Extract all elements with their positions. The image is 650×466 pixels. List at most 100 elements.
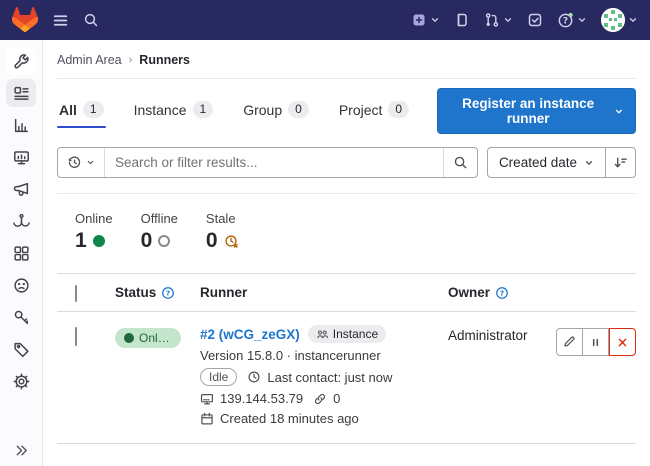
row-checkbox[interactable]: [75, 327, 77, 346]
search-input[interactable]: [105, 148, 443, 177]
tab-project[interactable]: Project 0: [337, 94, 411, 128]
issues-icon[interactable]: [454, 12, 470, 28]
new-menu-icon[interactable]: [411, 12, 440, 28]
last-contact-text: Last contact: just now: [267, 370, 392, 385]
tab-project-count: 0: [388, 101, 409, 118]
version-line: Version 15.8.0 · instancerunner: [200, 348, 448, 363]
runner-link[interactable]: #2 (wCG_zeGX): [200, 327, 300, 342]
tab-group[interactable]: Group 0: [241, 94, 311, 128]
select-all-checkbox[interactable]: [75, 285, 77, 302]
stale-clock-icon: [224, 234, 239, 249]
gitlab-logo[interactable]: [12, 7, 38, 33]
idle-badge: Idle: [200, 368, 237, 386]
stat-stale-label: Stale: [206, 211, 239, 226]
runners-table: Status ? Runner Owner ? Online #2 (wCG_z…: [57, 273, 636, 444]
runner-row: Online #2 (wCG_zeGX) Instance Version 15…: [57, 312, 636, 444]
online-status-icon: [93, 235, 105, 247]
runner-actions: [556, 328, 636, 356]
abuse-reports-icon[interactable]: [6, 271, 36, 299]
owner-cell[interactable]: Administrator: [448, 325, 556, 343]
delete-runner-button[interactable]: [609, 328, 636, 356]
sort-by-dropdown[interactable]: Created date: [488, 148, 605, 177]
search-history-dropdown[interactable]: [58, 148, 105, 177]
tab-all-count: 1: [83, 101, 104, 118]
filtered-search: [57, 147, 478, 178]
credentials-icon[interactable]: [6, 303, 36, 331]
settings-icon[interactable]: [6, 367, 36, 395]
breadcrumb-admin-area[interactable]: Admin Area: [57, 53, 122, 67]
status-help-icon[interactable]: ?: [161, 286, 175, 300]
version-text: Version 15.8.0 · instancerunner: [200, 348, 381, 363]
user-avatar[interactable]: [601, 8, 638, 32]
online-dot-icon: [124, 333, 134, 343]
admin-sidebar: [0, 40, 43, 466]
status-badge: Online: [115, 328, 181, 348]
labels-icon[interactable]: [6, 335, 36, 363]
overview-icon[interactable]: [6, 79, 36, 107]
merge-requests-icon[interactable]: [484, 12, 513, 28]
applications-icon[interactable]: [6, 239, 36, 267]
offline-status-icon: [158, 235, 170, 247]
register-button-label: Register an instance runner: [449, 96, 607, 126]
stat-online: Online 1: [75, 211, 113, 253]
ip-address-text: 139.144.53.79: [220, 391, 303, 406]
owner-help-icon[interactable]: ?: [495, 286, 509, 300]
stat-stale: Stale 0: [206, 211, 239, 253]
messages-icon[interactable]: [6, 175, 36, 203]
stat-online-value: 1: [75, 229, 87, 253]
todos-icon[interactable]: [527, 12, 543, 28]
filter-bar: Created date: [57, 147, 636, 194]
monitor-icon: [200, 392, 214, 406]
instance-type-badge: Instance: [308, 325, 386, 343]
svg-text:?: ?: [500, 288, 504, 297]
pause-icon: [589, 336, 602, 349]
edit-runner-button[interactable]: [556, 328, 583, 356]
sort-by-label: Created date: [499, 155, 577, 170]
pause-runner-button[interactable]: [583, 328, 610, 356]
tab-all-label: All: [59, 102, 77, 118]
monitoring-icon[interactable]: [6, 143, 36, 171]
sort-descending-icon: [613, 155, 628, 170]
sort-direction-button[interactable]: [605, 148, 635, 177]
analytics-icon[interactable]: [6, 111, 36, 139]
tab-instance[interactable]: Instance 1: [132, 94, 216, 128]
collapse-sidebar-icon[interactable]: [0, 443, 43, 458]
tab-instance-label: Instance: [134, 102, 187, 118]
runner-column-header: Runner: [200, 285, 448, 300]
instance-type-label: Instance: [333, 327, 378, 341]
created-text: Created 18 minutes ago: [220, 411, 359, 426]
stat-stale-value: 0: [206, 229, 218, 253]
menu-icon[interactable]: [52, 12, 69, 29]
users-icon: [316, 328, 329, 341]
link-count-text: 0: [333, 391, 340, 406]
help-icon[interactable]: ?: [557, 12, 587, 29]
calendar-icon: [200, 412, 214, 426]
stat-offline: Offline 0: [141, 211, 178, 253]
register-instance-runner-button[interactable]: Register an instance runner: [437, 88, 636, 134]
tab-all[interactable]: All 1: [57, 94, 106, 128]
status-column-header: Status: [115, 285, 156, 300]
tab-instance-count: 1: [193, 101, 214, 118]
stat-offline-label: Offline: [141, 211, 178, 226]
tab-group-count: 0: [288, 101, 309, 118]
close-icon: [616, 336, 629, 349]
tab-group-label: Group: [243, 102, 282, 118]
stat-online-label: Online: [75, 211, 113, 226]
table-header-row: Status ? Runner Owner ?: [57, 274, 636, 312]
breadcrumb: Admin Area › Runners: [57, 40, 636, 79]
link-icon: [313, 392, 327, 406]
wrench-icon[interactable]: [6, 47, 36, 75]
clock-icon: [247, 370, 261, 384]
sort-control: Created date: [487, 147, 636, 178]
search-submit-icon[interactable]: [443, 148, 477, 177]
main-content: Admin Area › Runners All 1 Instance 1 Gr…: [43, 40, 650, 466]
runner-type-tabs: All 1 Instance 1 Group 0 Project 0 Regis…: [57, 79, 636, 134]
svg-text:?: ?: [166, 288, 170, 297]
chevron-down-icon: [584, 158, 594, 168]
hooks-icon[interactable]: [6, 207, 36, 235]
tab-project-label: Project: [339, 102, 383, 118]
stat-offline-value: 0: [141, 229, 153, 253]
runner-stats: Online 1 Offline 0 Stale 0: [57, 194, 636, 273]
pencil-icon: [562, 335, 576, 349]
search-icon[interactable]: [83, 12, 99, 28]
